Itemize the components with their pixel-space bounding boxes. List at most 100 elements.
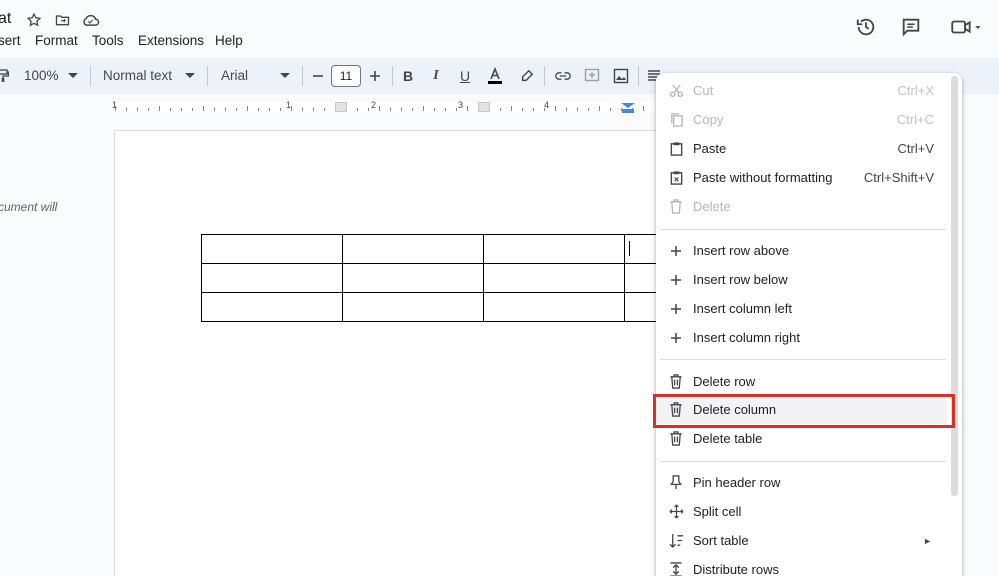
star-icon[interactable]	[24, 10, 44, 30]
document-page[interactable]	[114, 130, 674, 576]
ruler-tick	[511, 106, 512, 111]
bold-icon[interactable]: B	[397, 65, 419, 87]
ruler-tick	[214, 108, 215, 111]
ruler-tick	[170, 108, 171, 111]
column-marker[interactable]	[335, 102, 347, 112]
increase-font-size-button[interactable]	[364, 65, 386, 87]
move-folder-icon[interactable]	[52, 10, 72, 30]
menu-item-label: Sort table	[693, 533, 749, 548]
zoom-select[interactable]: 100%	[24, 68, 59, 83]
table-cell[interactable]	[483, 263, 625, 293]
ruler-tick	[555, 106, 556, 111]
version-history-icon[interactable]	[853, 14, 879, 40]
split-icon	[668, 504, 684, 520]
ruler-tick	[357, 108, 358, 111]
toolbar-divider	[392, 66, 393, 86]
ruler-tick	[412, 108, 413, 111]
ruler-tick	[401, 108, 402, 111]
menu-item-label: Copy	[693, 112, 724, 127]
style-dropdown-icon[interactable]	[179, 65, 201, 87]
menu-item-label: Delete row	[693, 374, 756, 389]
highlight-color-icon[interactable]	[516, 65, 538, 87]
font-dropdown-icon[interactable]	[274, 65, 296, 87]
menu-extensions[interactable]: Extensions	[138, 33, 204, 48]
ruler-tick	[225, 108, 226, 111]
insert-link-icon[interactable]	[552, 65, 574, 87]
sort-icon	[668, 533, 684, 549]
ruler-tick	[588, 108, 589, 111]
ruler-tick	[192, 108, 193, 111]
comments-icon[interactable]	[898, 14, 924, 40]
indent-marker-icon[interactable]	[620, 101, 636, 113]
menu-item-insert-column-right[interactable]: Insert column right	[656, 323, 946, 352]
meet-icon[interactable]	[946, 14, 986, 40]
table-cell[interactable]	[342, 234, 484, 264]
ruler-tick	[126, 108, 127, 111]
menu-item-insert-row-above[interactable]: Insert row above	[656, 236, 946, 265]
ruler-tick	[291, 106, 292, 111]
table-cell[interactable]	[201, 263, 343, 293]
paste-icon	[668, 141, 684, 157]
document-title[interactable]: at	[0, 10, 11, 28]
table-cell[interactable]	[483, 292, 625, 322]
font-select[interactable]: Arial	[221, 68, 248, 83]
table-cell[interactable]	[342, 292, 484, 322]
ruler-tick	[599, 106, 600, 111]
menu-item-paste-without-formatting[interactable]: Paste without formatting Ctrl+Shift+V	[656, 163, 946, 192]
menu-item-label: Insert column left	[693, 301, 792, 316]
paste-plain-icon	[668, 170, 684, 186]
text-color-icon[interactable]	[484, 65, 506, 87]
menu-item-delete-row[interactable]: Delete row	[656, 367, 946, 396]
cloud-status-icon[interactable]	[80, 10, 100, 30]
menu-divider	[660, 359, 946, 360]
ruler-tick	[148, 108, 149, 111]
table-cell[interactable]	[201, 234, 343, 264]
ruler-tick	[313, 108, 314, 111]
menu-item-insert-row-below[interactable]: Insert row below	[656, 265, 946, 294]
menu-item-copy[interactable]: Copy Ctrl+C	[656, 105, 946, 134]
menu-help[interactable]: Help	[215, 33, 243, 48]
plus-icon	[668, 272, 684, 288]
menu-item-cut[interactable]: Cut Ctrl+X	[656, 76, 946, 105]
table-cell[interactable]	[201, 292, 343, 322]
highlight-annotation-box	[653, 394, 955, 428]
trash-icon	[668, 431, 684, 447]
ruler-tick	[610, 108, 611, 111]
table-cell[interactable]	[483, 234, 625, 264]
menu-item-label: Delete table	[693, 431, 763, 446]
menu-item-shortcut: Ctrl+Shift+V	[863, 170, 934, 185]
ruler-tick	[467, 106, 468, 111]
table-cell[interactable]	[342, 263, 484, 293]
menu-item-label: Distribute rows	[693, 562, 779, 576]
column-marker[interactable]	[478, 102, 490, 112]
ruler-tick	[280, 108, 281, 111]
zoom-dropdown-icon[interactable]	[62, 65, 84, 87]
menu-item-delete[interactable]: Delete	[656, 192, 946, 221]
menu-item-paste[interactable]: Paste Ctrl+V	[656, 134, 946, 163]
menu-item-pin-header-row[interactable]: Pin header row	[656, 468, 946, 497]
plus-icon	[668, 301, 684, 317]
menu-insert[interactable]: sert	[0, 33, 21, 48]
ruler-tick	[137, 108, 138, 111]
underline-icon[interactable]: U	[454, 65, 476, 87]
menu-tools[interactable]: Tools	[92, 33, 124, 48]
ruler-tick	[269, 108, 270, 111]
italic-icon[interactable]: I	[425, 65, 447, 87]
scissors-icon	[668, 83, 684, 99]
context-menu-scrollbar[interactable]	[951, 76, 958, 496]
trash-icon	[668, 374, 684, 390]
menu-format[interactable]: Format	[35, 33, 78, 48]
menu-item-insert-column-left[interactable]: Insert column left	[656, 294, 946, 323]
menu-item-split-cell[interactable]: Split cell	[656, 497, 946, 526]
paint-format-icon[interactable]	[0, 65, 14, 87]
menu-item-shortcut: Ctrl+V	[897, 141, 934, 156]
menu-item-distribute-rows[interactable]: Distribute rows	[656, 555, 946, 576]
menu-item-delete-table[interactable]: Delete table	[656, 424, 946, 453]
add-comment-icon[interactable]	[581, 65, 603, 87]
decrease-font-size-button[interactable]	[307, 65, 329, 87]
insert-image-icon[interactable]	[610, 65, 632, 87]
font-size-input[interactable]: 11	[331, 65, 361, 87]
menu-item-sort-table[interactable]: Sort table ►	[656, 526, 946, 555]
paragraph-style-select[interactable]: Normal text	[103, 68, 172, 83]
trash-icon	[668, 199, 684, 215]
